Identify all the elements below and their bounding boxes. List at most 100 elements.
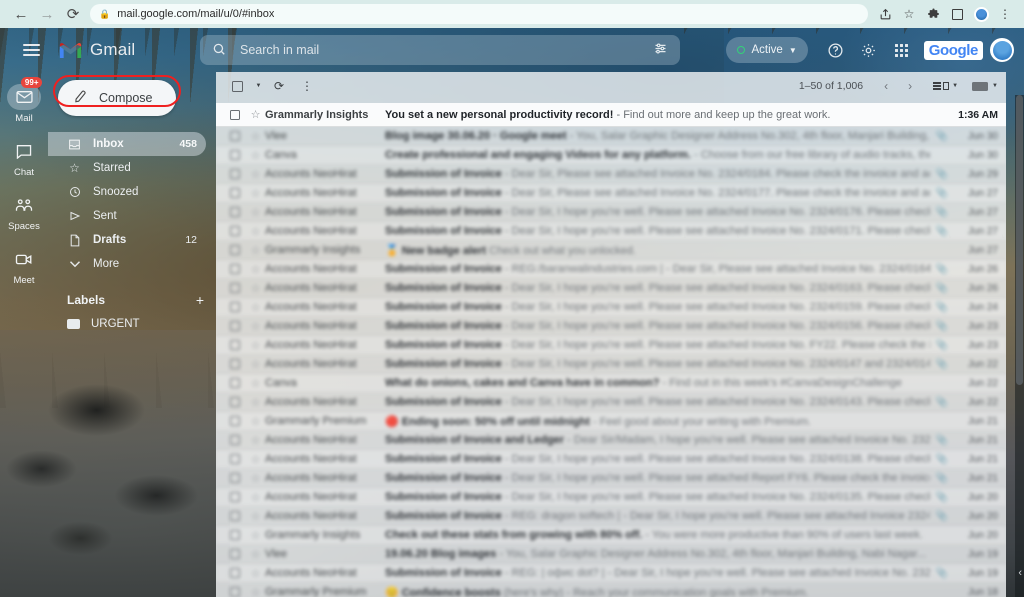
row-checkbox[interactable] [224,587,246,597]
status-badge[interactable]: Active ▼ [726,37,808,63]
more-options-icon[interactable]: ⋮ [294,74,320,98]
scroll-collapse-icon[interactable]: ‹ [1018,567,1022,579]
google-apps-icon[interactable] [887,35,917,65]
star-icon[interactable]: ☆ [246,491,265,504]
account-avatar[interactable] [990,38,1014,62]
star-icon[interactable]: ☆ [246,108,265,121]
table-row[interactable]: ☆ Canva Create professional and engaging V… [216,146,1006,165]
star-icon[interactable]: ☆ [246,510,265,523]
table-row[interactable]: ☆ Accounts NeoHirat Submission of Invoice … [216,222,1006,241]
table-row[interactable]: ☆ Accounts NeoHirat Submission of Invoice … [216,393,1006,412]
sidebar-item-label-urgent[interactable]: URGENT [48,312,216,336]
row-checkbox[interactable] [224,245,246,255]
star-icon[interactable]: ☆ [246,472,265,485]
sidebar-item-starred[interactable]: ☆ Starred [48,156,206,180]
star-icon[interactable]: ☆ [246,339,265,352]
reload-icon[interactable]: ⟳ [60,1,86,27]
row-checkbox[interactable] [224,226,246,236]
star-icon[interactable]: ☆ [246,396,265,409]
row-checkbox[interactable] [224,188,246,198]
table-row[interactable]: ☆ Accounts NeoHirat Submission of Invoice … [216,317,1006,336]
star-icon[interactable]: ☆ [246,529,265,542]
sidebar-item-more[interactable]: More [48,252,206,276]
side-panel-icon[interactable] [946,3,968,25]
row-checkbox[interactable] [224,416,246,426]
star-icon[interactable]: ☆ [246,244,265,257]
compose-button[interactable]: Compose [58,80,176,116]
table-row[interactable]: ☆ Grammarly Insights Check out these stats… [216,526,1006,545]
share-icon[interactable] [874,3,896,25]
search-input[interactable]: Search in mail [200,35,680,65]
previous-page-icon[interactable]: ‹ [875,75,897,97]
table-row[interactable]: ☆ Accounts NeoHirat Submission of Invoice … [216,336,1006,355]
table-row[interactable]: ☆ Canva What do onions, cakes and Canva ha… [216,374,1006,393]
search-filter-icon[interactable] [653,41,668,59]
table-row[interactable]: ☆ Grammarly Insights You set a new persona… [216,103,1006,127]
row-checkbox[interactable] [224,530,246,540]
row-checkbox[interactable] [224,549,246,559]
table-row[interactable]: ☆ Accounts NeoHirat Submission of Invoice … [216,431,1006,450]
forward-icon[interactable]: → [34,1,60,27]
address-bar[interactable]: 🔒 mail.google.com/mail/u/0/#inbox [90,4,868,24]
star-icon[interactable]: ☆ [246,415,265,428]
sidebar-item-sent[interactable]: Sent [48,204,206,228]
row-checkbox[interactable] [224,264,246,274]
row-checkbox[interactable] [224,169,246,179]
display-density-icon[interactable]: ▼ [933,82,958,90]
table-row[interactable]: ☆ Grammarly Insights 🏅 New badge alert Chec… [216,241,1006,260]
row-checkbox[interactable] [224,131,246,141]
profile-avatar-icon[interactable] [970,3,992,25]
next-page-icon[interactable]: › [899,75,921,97]
select-all-caret-icon[interactable]: ▼ [252,74,264,98]
star-icon[interactable]: ☆ [246,187,265,200]
settings-gear-icon[interactable] [854,35,884,65]
star-icon[interactable]: ☆ [246,282,265,295]
star-icon[interactable]: ☆ [246,149,265,162]
row-checkbox[interactable] [224,397,246,407]
star-icon[interactable]: ☆ [246,548,265,561]
star-icon[interactable]: ☆ [246,130,265,143]
star-icon[interactable]: ☆ [246,453,265,466]
back-icon[interactable]: ← [8,1,34,27]
main-menu-icon[interactable] [10,44,52,56]
table-row[interactable]: ☆ Grammarly Premium 😊 Confidence boosts (he… [216,583,1006,597]
star-icon[interactable]: ☆ [246,206,265,219]
table-row[interactable]: ☆ Accounts NeoHirat Submission of Invoice … [216,298,1006,317]
rail-item-chat[interactable]: Chat [1,138,47,178]
table-row[interactable]: ☆ Vlee Blog image 30.06.20 · Google meet -… [216,127,1006,146]
input-tools-icon[interactable]: ▼ [972,81,998,91]
star-icon[interactable]: ☆ [246,434,265,447]
rail-item-mail[interactable]: 99+ Mail [1,77,47,124]
row-checkbox[interactable] [224,511,246,521]
table-row[interactable]: ☆ Vlee 19.06.20 Blog images - You, Salar G… [216,545,1006,564]
refresh-icon[interactable]: ⟳ [266,74,292,98]
row-checkbox[interactable] [224,435,246,445]
table-row[interactable]: ☆ Accounts NeoHirat Submission of Invoice … [216,488,1006,507]
table-row[interactable]: ☆ Grammarly Premium 🔴 Ending soon: 50% off … [216,412,1006,431]
table-row[interactable]: ☆ Accounts NeoHirat Submission of Invoice … [216,279,1006,298]
star-icon[interactable]: ☆ [246,168,265,181]
row-checkbox[interactable] [224,378,246,388]
table-row[interactable]: ☆ Accounts NeoHirat Submission of Invoice … [216,450,1006,469]
row-checkbox[interactable] [224,283,246,293]
table-row[interactable]: ☆ Accounts NeoHirat Submission of Invoice … [216,564,1006,583]
row-checkbox[interactable] [224,207,246,217]
table-row[interactable]: ☆ Accounts NeoHirat Submission of Invoice … [216,469,1006,488]
row-checkbox[interactable] [224,568,246,578]
sidebar-item-drafts[interactable]: Drafts 12 [48,228,206,252]
rail-item-meet[interactable]: Meet [1,246,47,286]
gmail-logo[interactable]: Gmail [58,40,184,60]
star-icon[interactable]: ☆ [246,320,265,333]
row-checkbox[interactable] [224,109,246,120]
table-row[interactable]: ☆ Accounts NeoHirat Submission of Invoice … [216,203,1006,222]
add-label-icon[interactable]: + [196,292,204,308]
row-checkbox[interactable] [224,340,246,350]
star-icon[interactable]: ☆ [246,301,265,314]
star-icon[interactable]: ☆ [246,567,265,580]
sidebar-item-snoozed[interactable]: Snoozed [48,180,206,204]
row-checkbox[interactable] [224,359,246,369]
table-row[interactable]: ☆ Accounts NeoHirat Submission of Invoice … [216,184,1006,203]
star-icon[interactable]: ☆ [246,586,265,597]
star-icon[interactable]: ☆ [246,358,265,371]
star-icon[interactable]: ☆ [246,225,265,238]
